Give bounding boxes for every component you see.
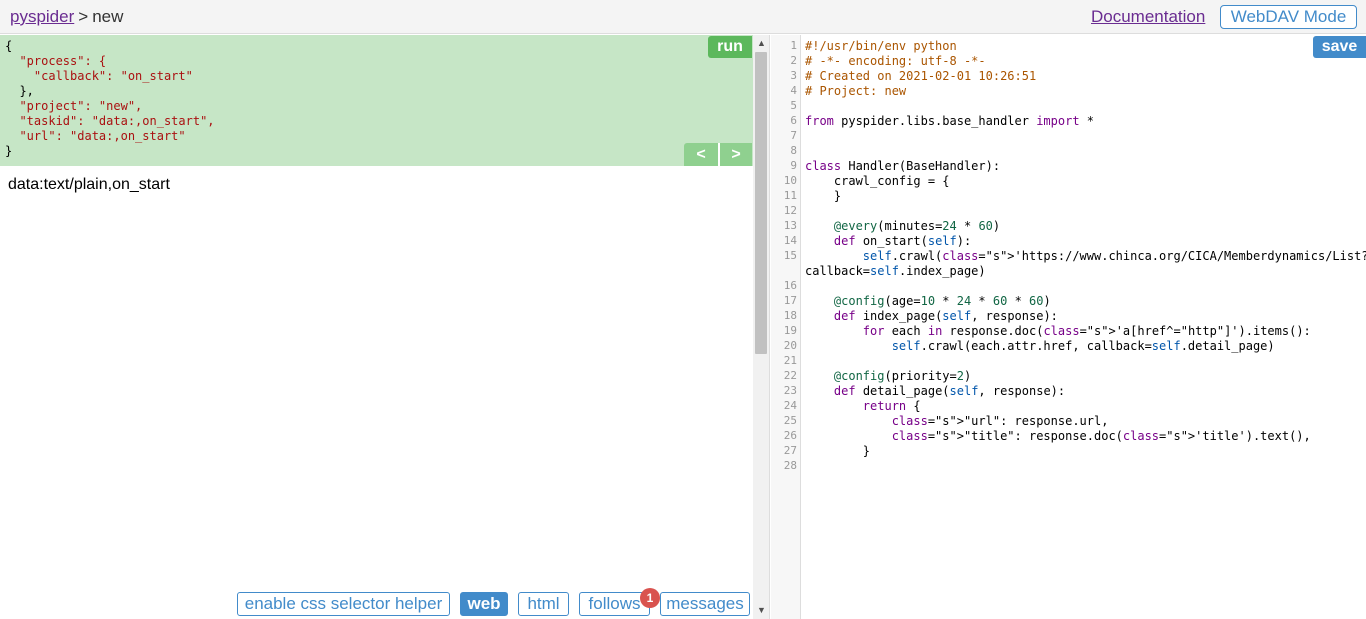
line-number: 28 [783,459,797,472]
line-number: 21 [783,354,797,367]
code-line: crawl_config = { [805,174,950,188]
line-number: 25 [783,414,797,427]
code-line: class Handler(BaseHandler): [805,159,1001,173]
follows-count-badge: 1 [640,588,660,608]
code-line: # -*- encoding: utf-8 -*- [805,54,986,68]
breadcrumb-separator: > [78,7,89,26]
project-name: new [92,7,124,26]
code-line: def detail_page(self, response): [833,384,1066,398]
code-line: class="s">"title": response.doc(class="s… [891,429,1311,443]
scroll-down-arrow-icon[interactable]: ▼ [753,602,770,619]
code-line: } [805,444,871,458]
task-json-line: "project": "new", [5,99,143,113]
code-line: self.crawl(each.attr.href, callback=self… [891,339,1275,353]
line-number: 17 [783,294,797,307]
line-number: 15 [783,249,797,262]
line-number: 11 [783,189,797,202]
code-line: # Project: new [805,84,907,98]
pyspider-home-link[interactable]: pyspider [10,7,74,26]
line-number: 20 [783,339,797,352]
vertical-scrollbar[interactable]: ▲ ▼ [753,35,770,619]
code-line: #!/usr/bin/env python [805,39,957,53]
task-json-panel[interactable]: { "process": { "callback": "on_start" },… [0,35,753,166]
debug-panel: { "process": { "callback": "on_start" },… [0,35,753,619]
code-editor[interactable]: 1 2 3 4 5 6 7 8 9 10 11 12 13 14 15 16 17 18 19 20 21 22 23 24 2… [771,35,1366,619]
line-number: 12 [783,204,797,217]
line-number: 3 [790,69,797,82]
code-line: for each in response.doc(class="s">'a[hr… [862,324,1311,338]
code-line: @config(priority=2) [833,369,972,383]
top-bar: pyspider > new Documentation WebDAV Mode [0,0,1366,34]
next-task-button[interactable]: > [718,143,752,166]
line-number: 7 [790,129,797,142]
code-line: class="s">"url": response.url, [891,414,1109,428]
line-number: 27 [783,444,797,457]
line-number: 2 [790,54,797,67]
documentation-link[interactable]: Documentation [1091,7,1205,27]
run-button[interactable]: run [708,36,752,58]
line-number: 10 [783,174,797,187]
line-number: 26 [783,429,797,442]
breadcrumb: pyspider > new [10,7,123,27]
webdav-mode-button[interactable]: WebDAV Mode [1220,5,1357,29]
tab-html[interactable]: html [518,592,569,616]
code-line: @every(minutes=24 * 60) [833,219,1001,233]
code-line: self.crawl(class="s">'https://www.chinca… [862,249,1366,263]
code-line: def on_start(self): [833,234,972,248]
result-output: data:text/plain,on_start [8,176,170,193]
css-selector-helper-button[interactable]: enable css selector helper [237,592,450,616]
line-number: 14 [783,234,797,247]
line-number: 8 [790,144,797,157]
line-number: 23 [783,384,797,397]
tab-messages[interactable]: messages [660,592,750,616]
scroll-up-arrow-icon[interactable]: ▲ [753,35,770,52]
save-button[interactable]: save [1313,36,1366,58]
line-number: 1 [790,39,797,52]
code-line: @config(age=10 * 24 * 60 * 60) [833,294,1051,308]
tab-web[interactable]: web [460,592,508,616]
line-number: 22 [783,369,797,382]
code-line: # Created on 2021-02-01 10:26:51 [805,69,1037,83]
task-json-line: { [5,39,13,53]
line-number: 5 [790,99,797,112]
prev-task-button[interactable]: < [684,143,718,166]
code-line: } [805,189,842,203]
task-nav-group: < > [684,143,753,166]
bottom-tab-bar: enable css selector helper web html foll… [0,588,753,619]
line-number: 19 [783,324,797,337]
line-number: 6 [790,114,797,127]
scrollbar-thumb[interactable] [755,52,767,354]
line-number: 24 [783,399,797,412]
line-number: 18 [783,309,797,322]
line-number: 13 [783,219,797,232]
line-number: 4 [790,84,797,97]
task-json-line: "taskid": "data:,on_start", [5,114,215,128]
task-json-line: }, [5,84,34,98]
code-line: callback=self.index_page) [805,264,986,278]
task-json-line: "process": { [5,54,107,68]
code-line: from pyspider.libs.base_handler import * [805,114,1095,128]
code-line: return { [862,399,921,413]
line-number-gutter: 1 2 3 4 5 6 7 8 9 10 11 12 13 14 15 16 17 18 19 20 21 22 23 24 2… [771,35,801,619]
code-line: def index_page(self, response): [833,309,1058,323]
line-number: 9 [790,159,797,172]
task-json-line: "callback": "on_start" [5,69,193,83]
task-json-line: } [5,144,13,158]
line-number: 16 [783,279,797,292]
task-json-line: "url": "data:,on_start" [5,129,186,143]
